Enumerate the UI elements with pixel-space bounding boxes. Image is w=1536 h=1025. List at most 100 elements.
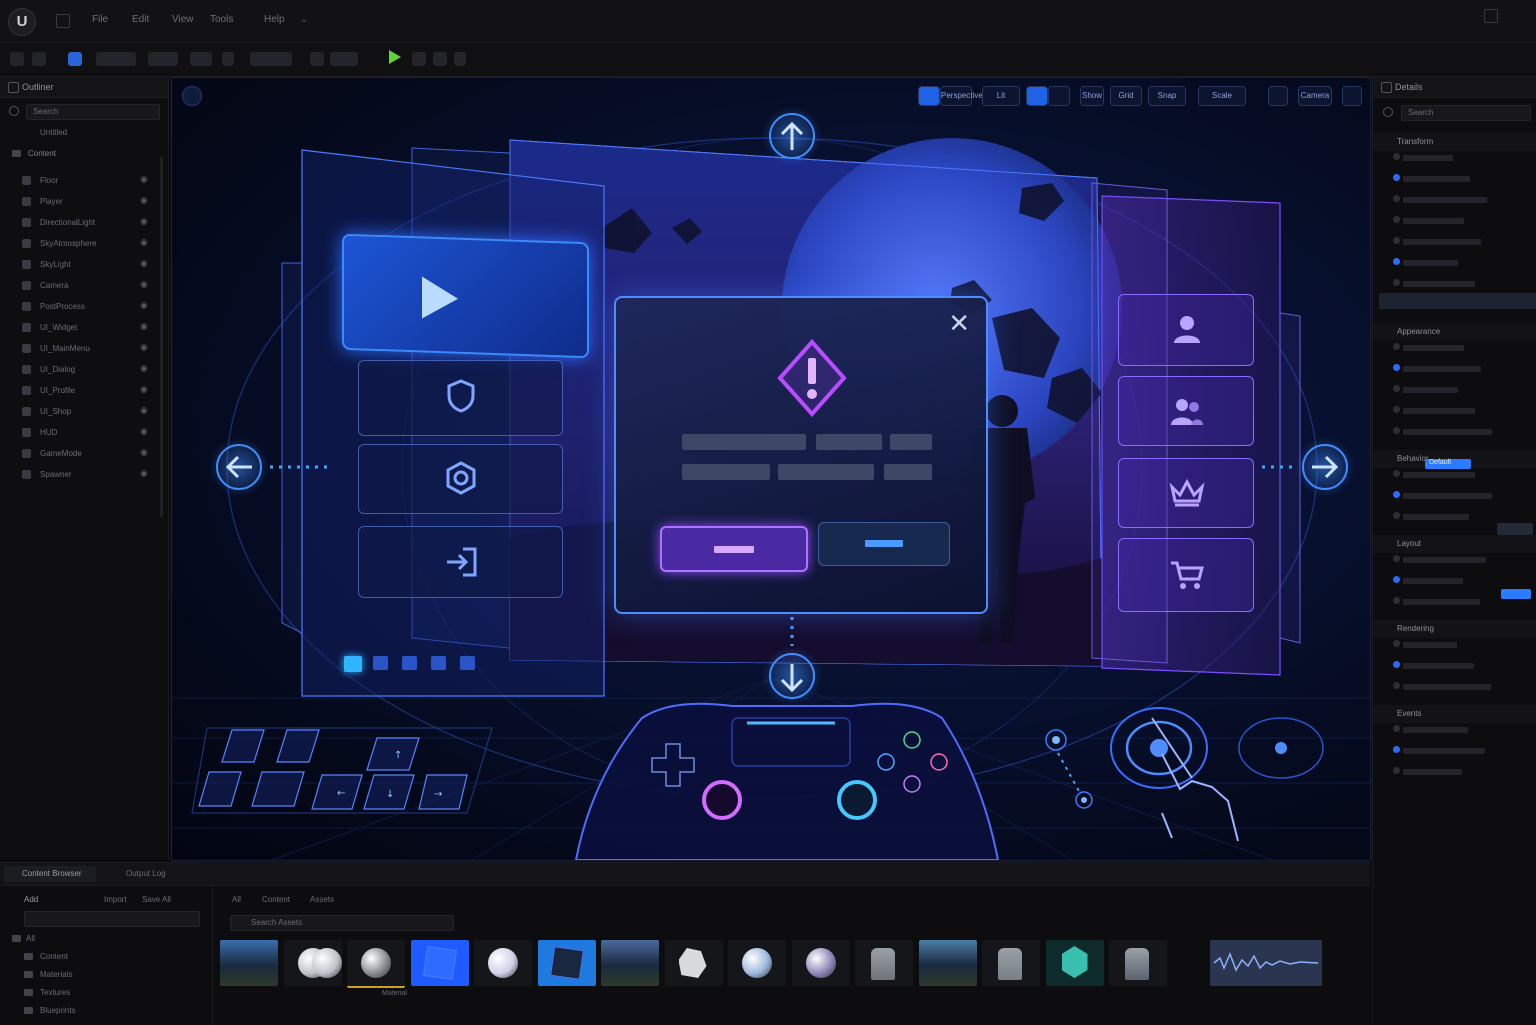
- property-row[interactable]: [1403, 769, 1462, 775]
- value-field[interactable]: [1497, 523, 1533, 535]
- friends-button[interactable]: [1118, 376, 1254, 446]
- maximize-icon[interactable]: [1484, 9, 1498, 23]
- play-options-icon[interactable]: [454, 52, 466, 66]
- tree-row-folder[interactable]: Content: [0, 147, 168, 163]
- property-row[interactable]: [1403, 727, 1468, 733]
- audio-wave-asset[interactable]: [1210, 940, 1322, 986]
- vp-scale[interactable]: Scale: [1198, 86, 1246, 106]
- blueprints-dropdown[interactable]: [148, 52, 178, 66]
- asset-thumbnail[interactable]: [537, 940, 596, 986]
- undo-icon[interactable]: [310, 52, 324, 66]
- property-row[interactable]: [1403, 197, 1487, 203]
- translate-icon[interactable]: [1026, 86, 1048, 106]
- eye-icon[interactable]: ◉: [140, 363, 148, 374]
- build-icon[interactable]: [222, 52, 234, 66]
- property-row[interactable]: [1403, 642, 1457, 648]
- vp-show[interactable]: Show: [1080, 86, 1104, 106]
- property-row[interactable]: [1403, 176, 1470, 182]
- eye-icon[interactable]: ◉: [140, 195, 148, 206]
- property-row[interactable]: [1403, 472, 1475, 478]
- scrollbar[interactable]: [160, 157, 163, 517]
- outliner-item[interactable]: SkyAtmosphere ◉: [0, 236, 168, 252]
- property-row[interactable]: [1403, 260, 1458, 266]
- outliner-item[interactable]: PostProcess ◉: [0, 299, 168, 315]
- property-row[interactable]: [1403, 281, 1475, 287]
- selected-row[interactable]: [1379, 293, 1536, 309]
- property-row[interactable]: [1403, 345, 1464, 351]
- page-dot[interactable]: [431, 656, 446, 670]
- perspective-icon[interactable]: [918, 86, 940, 106]
- source-control-icon[interactable]: [32, 52, 46, 66]
- property-row[interactable]: [1403, 387, 1458, 393]
- property-row[interactable]: [1403, 239, 1481, 245]
- eye-icon[interactable]: ◉: [140, 405, 148, 416]
- asset-thumbnail[interactable]: [728, 940, 786, 986]
- vp-camera[interactable]: Camera: [1298, 86, 1332, 106]
- menu-help[interactable]: Help: [264, 14, 285, 25]
- add-actor-icon[interactable]: [68, 52, 82, 66]
- outliner-item[interactable]: Player ◉: [0, 194, 168, 210]
- profile-button[interactable]: [1118, 294, 1254, 366]
- eye-icon[interactable]: ◉: [140, 300, 148, 311]
- asset-thumbnail[interactable]: [220, 940, 278, 986]
- cinematics-dropdown[interactable]: [190, 52, 212, 66]
- menu-file[interactable]: File: [92, 14, 108, 25]
- engine-logo[interactable]: U: [8, 8, 36, 36]
- eye-icon[interactable]: ◉: [140, 447, 148, 458]
- property-row[interactable]: [1403, 599, 1480, 605]
- outliner-item[interactable]: HUD ◉: [0, 425, 168, 441]
- outliner-item[interactable]: UI_Widget ◉: [0, 320, 168, 336]
- asset-thumbnail[interactable]: [791, 940, 850, 986]
- camera-icon[interactable]: [1268, 86, 1288, 106]
- modes-dropdown[interactable]: [96, 52, 136, 66]
- details-highlight[interactable]: Default: [1425, 459, 1471, 469]
- property-row[interactable]: [1403, 748, 1485, 754]
- snap-dropdown[interactable]: [330, 52, 358, 66]
- leaderboard-button[interactable]: [1118, 458, 1254, 528]
- property-row[interactable]: [1403, 155, 1453, 161]
- menu-edit[interactable]: Edit: [132, 14, 149, 25]
- security-button[interactable]: [358, 360, 563, 436]
- property-row[interactable]: [1403, 578, 1463, 584]
- vp-lit[interactable]: Lit: [982, 86, 1020, 106]
- eye-icon[interactable]: ◉: [140, 426, 148, 437]
- details-search-input[interactable]: Search: [1401, 105, 1531, 121]
- stop-icon[interactable]: [433, 52, 447, 66]
- asset-thumbnail[interactable]: [283, 940, 342, 986]
- eye-icon[interactable]: ◉: [140, 342, 148, 353]
- chevron-down-icon[interactable]: ⌄: [300, 14, 308, 25]
- asset-thumbnail[interactable]: [410, 940, 469, 986]
- page-dot[interactable]: [373, 656, 388, 670]
- outliner-item[interactable]: Spawner ◉: [0, 467, 168, 483]
- outliner-item[interactable]: UI_Profile ◉: [0, 383, 168, 399]
- vp-snap[interactable]: Snap: [1148, 86, 1186, 106]
- details-section-header[interactable]: Rendering: [1373, 620, 1536, 638]
- page-dot[interactable]: [402, 656, 417, 670]
- asset-thumbnail[interactable]: [855, 940, 913, 986]
- outliner-item[interactable]: SkyLight ◉: [0, 257, 168, 273]
- asset-thumbnail[interactable]: [918, 940, 977, 986]
- property-row[interactable]: [1403, 493, 1492, 499]
- property-row[interactable]: [1403, 429, 1492, 435]
- asset-thumbnail[interactable]: [1109, 940, 1167, 986]
- vp-grid[interactable]: Grid: [1110, 86, 1142, 106]
- eye-icon[interactable]: ◉: [140, 174, 148, 185]
- asset-thumbnail[interactable]: [664, 940, 723, 986]
- viewport-options-icon[interactable]: [182, 86, 202, 106]
- asset-thumbnail[interactable]: [347, 940, 405, 988]
- eye-icon[interactable]: ◉: [140, 321, 148, 332]
- asset-thumbnail[interactable]: [982, 940, 1040, 986]
- eye-icon[interactable]: ◉: [140, 237, 148, 248]
- close-icon[interactable]: ✕: [948, 310, 970, 336]
- cancel-button[interactable]: [818, 522, 950, 566]
- outliner-item[interactable]: Camera ◉: [0, 278, 168, 294]
- exit-button[interactable]: [358, 526, 563, 598]
- outliner-item[interactable]: GameMode ◉: [0, 446, 168, 462]
- property-row[interactable]: [1403, 684, 1491, 690]
- eye-icon[interactable]: ◉: [140, 258, 148, 269]
- save-icon[interactable]: [10, 52, 24, 66]
- maximize-viewport-icon[interactable]: [1342, 86, 1362, 106]
- property-row[interactable]: [1403, 366, 1481, 372]
- property-row[interactable]: [1403, 218, 1464, 224]
- toggle-checkbox[interactable]: [1501, 589, 1531, 599]
